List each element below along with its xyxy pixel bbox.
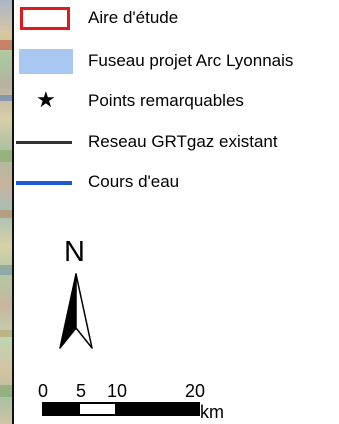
scale-label-10: 10 bbox=[107, 381, 128, 401]
legend-label-cours-eau: Cours d'eau bbox=[88, 172, 180, 191]
legend-item-points: ★ Points remarquables bbox=[14, 87, 339, 117]
fuseau-symbol bbox=[19, 49, 73, 74]
legend-item-grtgaz: Reseau GRTgaz existant bbox=[14, 128, 339, 158]
legend-label-grtgaz: Reseau GRTgaz existant bbox=[88, 132, 278, 151]
north-letter: N bbox=[64, 236, 85, 268]
legend-item-study-area: Aire d'étude bbox=[14, 4, 339, 34]
scale-label-0: 0 bbox=[38, 381, 49, 401]
legend-item-cours-eau: Cours d'eau bbox=[14, 168, 339, 198]
legend-label-study-area: Aire d'étude bbox=[88, 8, 179, 27]
map-background-strip bbox=[0, 0, 12, 424]
grtgaz-line-symbol bbox=[16, 141, 72, 144]
scale-label-5: 5 bbox=[76, 381, 87, 401]
legend-label-fuseau: Fuseau projet Arc Lyonnais bbox=[88, 51, 294, 70]
study-area-symbol bbox=[20, 7, 70, 30]
scale-unit: km bbox=[200, 402, 224, 422]
scale-segment-10-20 bbox=[115, 402, 200, 416]
scale-label-20: 20 bbox=[185, 381, 206, 401]
legend-item-fuseau: Fuseau projet Arc Lyonnais bbox=[14, 47, 339, 77]
legend-label-points: Points remarquables bbox=[88, 91, 244, 110]
north-arrow-icon bbox=[59, 273, 93, 349]
star-icon: ★ bbox=[36, 88, 56, 113]
cours-eau-line-symbol bbox=[16, 181, 72, 185]
map-legend: Aire d'étude Fuseau projet Arc Lyonnais … bbox=[14, 0, 339, 424]
scale-segment-5-10 bbox=[80, 402, 115, 416]
scale-segment-0-5 bbox=[42, 402, 80, 416]
